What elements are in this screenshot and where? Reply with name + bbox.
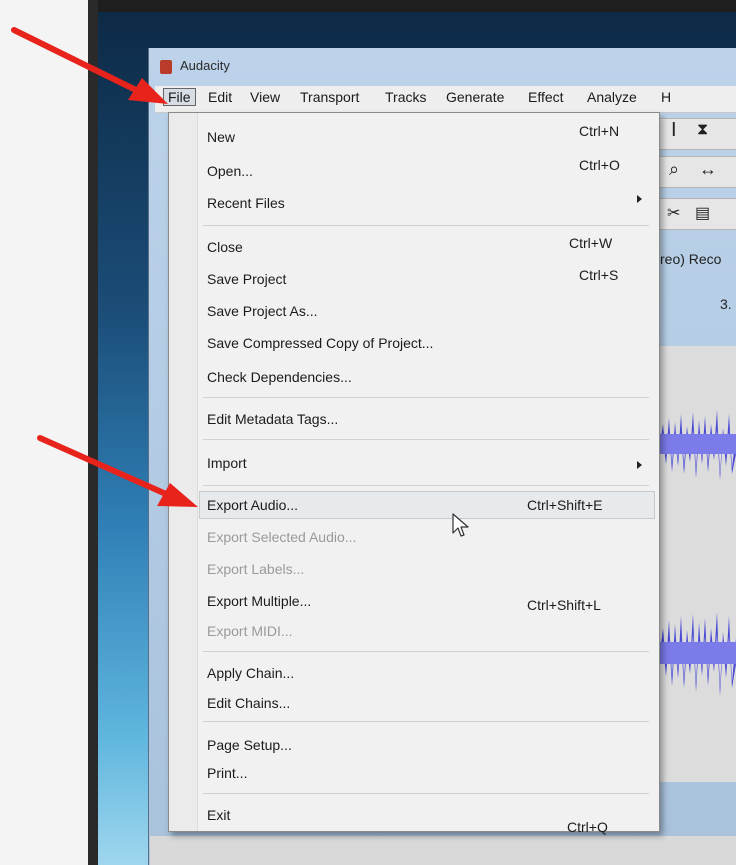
annotation-arrows [11, 27, 198, 507]
arrow-to-export-audio-icon [37, 435, 198, 507]
arrow-to-file-menu-icon [11, 27, 168, 104]
